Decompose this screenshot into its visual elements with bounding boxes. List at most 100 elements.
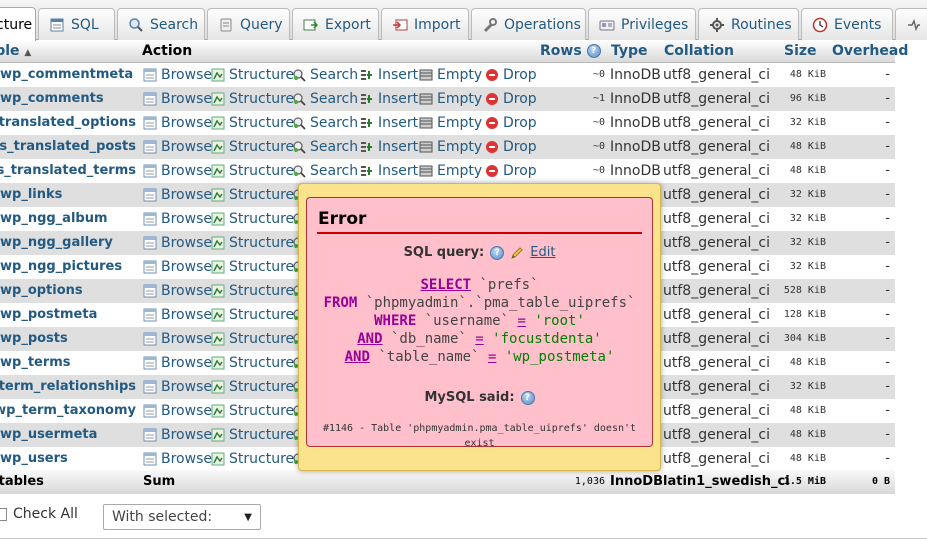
col-header-type[interactable]: Type xyxy=(611,43,648,59)
tab-privileges[interactable]: Privileges xyxy=(588,8,696,40)
structure-action[interactable]: Structure xyxy=(211,111,294,135)
empty-action[interactable]: Empty xyxy=(419,135,482,159)
structure-action[interactable]: Structure xyxy=(211,135,294,159)
table-name-link[interactable]: wp_posts xyxy=(0,327,136,351)
tab-more[interactable] xyxy=(895,8,927,40)
search-action[interactable]: Search xyxy=(292,135,358,159)
empty-action[interactable]: Empty xyxy=(419,159,482,183)
table-name-link[interactable]: wp_options xyxy=(0,279,136,303)
browse-action[interactable]: Browse xyxy=(143,399,212,423)
col-header-collation[interactable]: Collation xyxy=(664,43,734,59)
table-name-link[interactable]: wp_commentmeta xyxy=(0,63,136,87)
drop-action[interactable]: Drop xyxy=(485,135,537,159)
help-icon[interactable]: ? xyxy=(520,390,535,405)
sql-operator[interactable]: = xyxy=(517,313,525,329)
insert-action[interactable]: Insert xyxy=(360,135,418,159)
search-action[interactable]: Search xyxy=(292,87,358,111)
sql-operator[interactable]: = xyxy=(488,349,496,365)
table-name-link[interactable]: wp_term_taxonomy xyxy=(0,399,136,423)
insert-action[interactable]: Insert xyxy=(360,111,418,135)
col-header-table[interactable]: Table ▲ xyxy=(0,43,31,59)
help-icon[interactable]: ? xyxy=(586,44,601,58)
col-header-rows[interactable]: Rows? xyxy=(540,43,601,59)
structure-action[interactable]: Structure xyxy=(211,231,294,255)
browse-action[interactable]: Browse xyxy=(143,351,212,375)
search-action[interactable]: Search xyxy=(292,63,358,87)
browse-action[interactable]: Browse xyxy=(143,135,212,159)
pencil-icon[interactable] xyxy=(510,246,524,260)
search-action[interactable]: Search xyxy=(292,159,358,183)
drop-action[interactable]: Drop xyxy=(485,111,537,135)
browse-action[interactable]: Browse xyxy=(143,327,212,351)
col-header-overhead[interactable]: Overhead xyxy=(832,43,908,59)
structure-action[interactable]: Structure xyxy=(211,279,294,303)
table-name-link[interactable]: wp_links xyxy=(0,183,136,207)
table-name-link[interactable]: wp_terms xyxy=(0,351,136,375)
sql-keyword[interactable]: SELECT xyxy=(420,277,471,293)
table-name-link[interactable]: wp_ngg_gallery xyxy=(0,231,136,255)
browse-action[interactable]: Browse xyxy=(143,87,212,111)
browse-action[interactable]: Browse xyxy=(143,63,212,87)
sql-keyword[interactable]: AND xyxy=(357,331,382,347)
browse-action[interactable]: Browse xyxy=(143,159,212,183)
tab-routines[interactable]: Routines xyxy=(698,8,799,40)
drop-action[interactable]: Drop xyxy=(485,159,537,183)
search-action[interactable]: Search xyxy=(292,111,358,135)
table-name-link[interactable]: wp_comments xyxy=(0,87,136,111)
browse-action[interactable]: Browse xyxy=(143,423,212,447)
browse-action[interactable]: Browse xyxy=(143,303,212,327)
structure-action[interactable]: Structure xyxy=(211,63,294,87)
drop-action[interactable]: Drop xyxy=(485,63,537,87)
structure-action[interactable]: Structure xyxy=(211,399,294,423)
edit-link[interactable]: Edit xyxy=(530,245,555,260)
structure-action[interactable]: Structure xyxy=(211,255,294,279)
empty-action[interactable]: Empty xyxy=(419,111,482,135)
help-icon[interactable]: ? xyxy=(490,245,505,260)
structure-action[interactable]: Structure xyxy=(211,159,294,183)
check-all-checkbox[interactable] xyxy=(0,507,7,521)
table-name-link[interactable]: wp_ngg_pictures xyxy=(0,255,136,279)
tab-structure[interactable]: Structure xyxy=(0,7,36,41)
browse-action[interactable]: Browse xyxy=(143,111,212,135)
empty-action[interactable]: Empty xyxy=(419,87,482,111)
browse-action[interactable]: Browse xyxy=(143,231,212,255)
table-name-link[interactable]: wp_ngg_album xyxy=(0,207,136,231)
structure-action[interactable]: Structure xyxy=(211,87,294,111)
tab-sql[interactable]: SQL xyxy=(38,8,115,40)
sql-operator[interactable]: = xyxy=(475,331,483,347)
drop-action[interactable]: Drop xyxy=(485,87,537,111)
browse-action[interactable]: Browse xyxy=(143,207,212,231)
insert-action[interactable]: Insert xyxy=(360,87,418,111)
table-name-link[interactable]: wp_posts_translated_options xyxy=(0,111,136,135)
check-all[interactable]: Check All xyxy=(0,506,78,522)
table-name-link[interactable]: wp_usermeta xyxy=(0,423,136,447)
structure-action[interactable]: Structure xyxy=(211,351,294,375)
browse-action[interactable]: Browse xyxy=(143,447,212,471)
structure-action[interactable]: Structure xyxy=(211,303,294,327)
structure-action[interactable]: Structure xyxy=(211,327,294,351)
table-name-link[interactable]: wp_users xyxy=(0,447,136,471)
sql-keyword[interactable]: AND xyxy=(345,349,370,365)
structure-action[interactable]: Structure xyxy=(211,423,294,447)
structure-action[interactable]: Structure xyxy=(211,207,294,231)
tab-query[interactable]: Query xyxy=(207,8,290,40)
browse-action[interactable]: Browse xyxy=(143,375,212,399)
table-name-link[interactable]: wp_posts_translated_posts xyxy=(0,135,136,159)
table-name-link[interactable]: wp_postmeta xyxy=(0,303,136,327)
browse-action[interactable]: Browse xyxy=(143,255,212,279)
structure-action[interactable]: Structure xyxy=(211,183,294,207)
structure-action[interactable]: Structure xyxy=(211,375,294,399)
tab-export[interactable]: Export xyxy=(292,8,379,40)
empty-action[interactable]: Empty xyxy=(419,63,482,87)
table-name-link[interactable]: wp_posts_translated_terms xyxy=(0,159,136,183)
col-header-size[interactable]: Size xyxy=(784,43,817,59)
tab-events[interactable]: Events xyxy=(801,8,893,40)
tab-import[interactable]: Import xyxy=(381,8,469,40)
tab-operations[interactable]: Operations xyxy=(471,8,586,40)
table-name-link[interactable]: wp_term_relationships xyxy=(0,375,136,399)
browse-action[interactable]: Browse xyxy=(143,279,212,303)
structure-action[interactable]: Structure xyxy=(211,447,294,471)
browse-action[interactable]: Browse xyxy=(143,183,212,207)
insert-action[interactable]: Insert xyxy=(360,63,418,87)
with-selected-select[interactable]: With selected: ▼ xyxy=(103,504,261,530)
